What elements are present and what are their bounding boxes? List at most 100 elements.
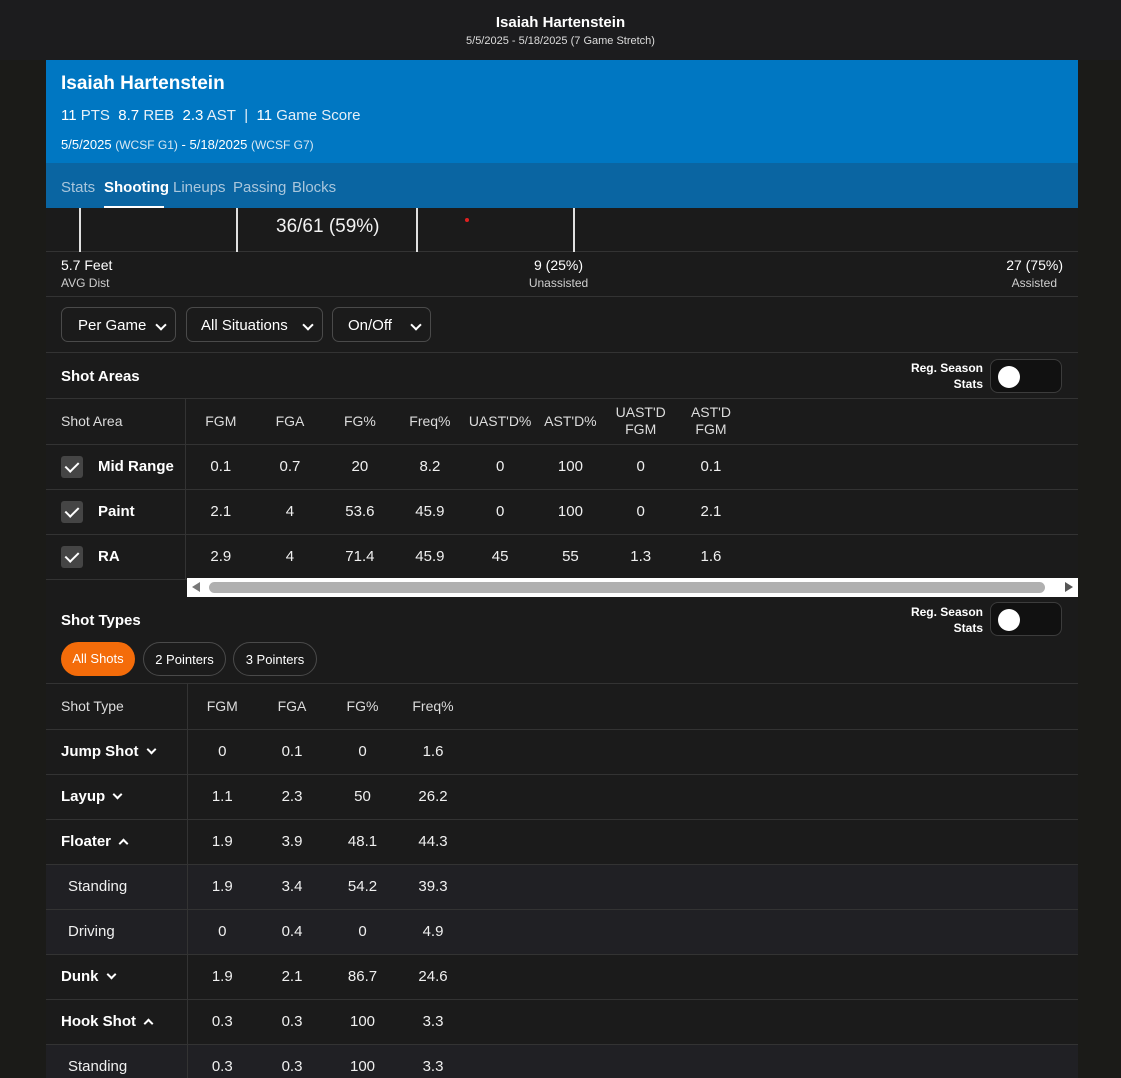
ast-value: 2.3 [182, 107, 204, 124]
all-shots-pill[interactable]: All Shots [61, 642, 135, 676]
row-label: Floater [61, 833, 112, 850]
table-cell: 53.6 [324, 489, 396, 535]
reg-season-toggle[interactable] [990, 359, 1062, 393]
top-bar: Isaiah Hartenstein 5/5/2025 - 5/18/2025 … [0, 0, 1121, 60]
page-title: Isaiah Hartenstein [495, 14, 626, 31]
row-label: Driving [46, 909, 188, 955]
chevron-down-icon[interactable] [146, 744, 156, 755]
horizontal-scrollbar[interactable] [187, 578, 1078, 597]
table-cell: 100 [535, 444, 606, 490]
table-row[interactable]: Hook Shot 0.3 0.3 100 3.3 [46, 999, 1078, 1045]
column-header: FGA [257, 684, 327, 730]
row-label: Mid Range [98, 457, 174, 475]
scrollbar-thumb[interactable] [209, 582, 1045, 593]
per-game-dropdown-label: Per Game [78, 317, 147, 334]
table-cell: 3.3 [398, 1044, 468, 1078]
shot-types-table: Shot Type FGM FGA FG% Freq% Jump Shot 0 … [46, 684, 1078, 1078]
unassisted-label: Unassisted [528, 276, 589, 290]
situations-dropdown-label: All Situations [201, 317, 288, 334]
court-line [573, 208, 575, 252]
chevron-down-icon[interactable] [106, 969, 116, 980]
toggle-knob [998, 366, 1020, 388]
table-cell: 0.3 [257, 1044, 327, 1078]
table-cell: 48.1 [327, 819, 398, 865]
reg-season-label-line2: Stats [953, 621, 983, 635]
column-header: Shot Area [46, 399, 187, 445]
column-header: AST'D FGM [676, 399, 746, 445]
scroll-right-arrow-icon[interactable] [1065, 582, 1073, 592]
chevron-down-icon[interactable] [112, 789, 123, 800]
date-start: 5/5/2025 [61, 137, 112, 152]
column-header: FG% [327, 684, 398, 730]
game-score-label: Game Score [276, 107, 361, 124]
shot-metrics: 5.7 Feet AVG Dist 9 (25%) Unassisted 27 … [46, 252, 1078, 297]
tab-bar: Stats Shooting Lineups Passing Blocks [46, 163, 1078, 208]
on-off-dropdown-label: On/Off [348, 317, 392, 334]
reg-season-toggle[interactable] [990, 602, 1062, 636]
tab-lineups[interactable]: Lineups [173, 179, 226, 196]
reg-season-label-line1: Reg. Season [910, 361, 983, 375]
per-game-dropdown[interactable]: Per Game [61, 307, 176, 342]
chevron-up-icon[interactable] [143, 1018, 154, 1029]
column-header: FG% [324, 399, 396, 445]
table-filler [468, 774, 1078, 820]
on-off-dropdown[interactable]: On/Off [332, 307, 431, 342]
table-row[interactable]: Dunk 1.9 2.1 86.7 24.6 [46, 954, 1078, 1000]
fg-summary: 36/61 (59%) [276, 216, 380, 237]
table-header-row: Shot Area FGM FGA FG% Freq% UAST'D% AST'… [46, 399, 1078, 445]
row-label-cell: Jump Shot [46, 729, 188, 775]
table-cell: 0.3 [257, 999, 327, 1045]
table-cell: 1.3 [605, 534, 677, 580]
player-statline: 11 PTS 8.7 REB 2.3 AST | 11 Game Score [61, 107, 360, 124]
table-cell: 4 [255, 489, 325, 535]
table-filler [745, 489, 1078, 535]
table-cell: 44.3 [398, 819, 468, 865]
table-cell: 0 [187, 729, 257, 775]
two-pointers-pill[interactable]: 2 Pointers [143, 642, 226, 676]
table-row[interactable]: Layup 1.1 2.3 50 26.2 [46, 774, 1078, 820]
shot-types-title: Shot Types [61, 612, 141, 629]
row-label-cell: Mid Range [46, 444, 187, 490]
court-line [79, 208, 81, 252]
date-range: 5/5/2025 (WCSF G1) - 5/18/2025 (WCSF G7) [61, 137, 314, 152]
table-filler [745, 399, 1078, 445]
date-end: 5/18/2025 [189, 137, 248, 152]
three-pointers-pill[interactable]: 3 Pointers [233, 642, 317, 676]
table-filler [468, 954, 1078, 1000]
row-label: RA [98, 547, 120, 565]
table-cell: 45.9 [395, 534, 465, 580]
date-separator: - [181, 137, 186, 152]
row-label: Layup [61, 788, 106, 805]
scroll-left-arrow-icon[interactable] [192, 582, 200, 592]
table-cell: 1.1 [187, 774, 257, 820]
table-cell: 20 [324, 444, 396, 490]
row-label: Dunk [61, 968, 99, 985]
filter-bar: Per Game All Situations On/Off [46, 297, 1078, 353]
column-header: Freq% [395, 399, 465, 445]
tab-shooting[interactable]: Shooting [104, 179, 169, 196]
row-label-cell: Layup [46, 774, 188, 820]
table-cell: 100 [327, 999, 398, 1045]
ast-label: AST [206, 107, 236, 124]
table-cell: 0.3 [187, 999, 257, 1045]
tab-blocks[interactable]: Blocks [292, 179, 336, 196]
table-cell: 4 [255, 534, 325, 580]
table-subrow: Standing 1.9 3.4 54.2 39.3 [46, 864, 1078, 910]
checkbox[interactable] [61, 500, 83, 523]
tab-stats[interactable]: Stats [61, 179, 95, 196]
table-filler [745, 534, 1078, 580]
tab-passing[interactable]: Passing [233, 179, 286, 196]
situations-dropdown[interactable]: All Situations [186, 307, 323, 342]
table-cell: 1.9 [187, 864, 257, 910]
table-cell: 26.2 [398, 774, 468, 820]
statline-divider: | [244, 107, 249, 124]
checkbox[interactable] [61, 455, 83, 478]
table-row[interactable]: Jump Shot 0 0.1 0 1.6 [46, 729, 1078, 775]
table-row[interactable]: Floater 1.9 3.9 48.1 44.3 [46, 819, 1078, 865]
table-cell: 100 [535, 489, 606, 535]
chevron-up-icon[interactable] [118, 838, 129, 849]
table-row: Paint 2.1 4 53.6 45.9 0 100 0 2.1 [46, 489, 1078, 535]
table-cell: 86.7 [327, 954, 398, 1000]
checkbox[interactable] [61, 545, 83, 568]
reb-label: REB [143, 107, 175, 124]
